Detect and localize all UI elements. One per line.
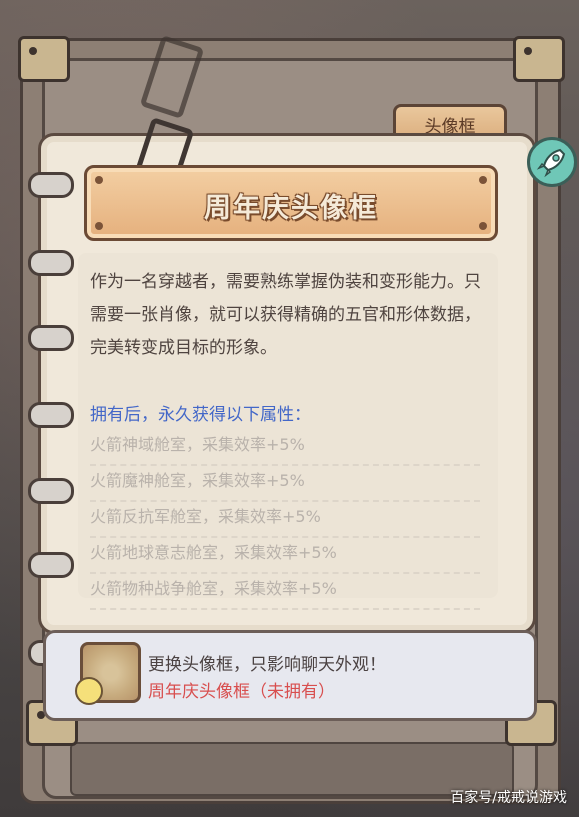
description-text: 作为一名穿越者，需要熟练掌握伪装和变形能力。只需要一张肖像，就可以获得精确的五官… [90,272,481,358]
nail-icon [95,176,103,184]
binder-ring [28,250,74,276]
binder-ring [28,478,74,504]
attributes-heading: 拥有后，永久获得以下属性： [90,405,311,425]
binder-ring [28,402,74,428]
title-plaque: 周年庆头像框 [84,165,498,241]
info-text: 更换头像框，只影响聊天外观！ [148,655,386,675]
ownership-status: 周年庆头像框（未拥有） [148,682,335,702]
attribute-item: 火箭魔神舱室，采集效率+5% [90,466,480,502]
lightbulb-icon [75,677,103,705]
bottom-bar [70,742,514,796]
nail-icon [479,176,487,184]
attribute-item: 火箭地球意志舱室，采集效率+5% [90,538,480,574]
attributes-list: 火箭神域舱室，采集效率+5% 火箭魔神舱室，采集效率+5% 火箭反抗军舱室，采集… [90,430,480,610]
binder-ring [28,172,74,198]
attribute-item: 火箭反抗军舱室，采集效率+5% [90,502,480,538]
rocket-button[interactable] [527,137,577,187]
binder-ring [28,325,74,351]
watermark: 百家号/戒戒说游戏 [450,790,567,806]
corner-bracket-top-right [513,36,565,82]
page-title: 周年庆头像框 [204,193,378,224]
binder-ring [28,552,74,578]
corner-bracket-top-left [18,36,70,82]
attribute-item: 火箭物种战争舱室，采集效率+5% [90,574,480,610]
attribute-item: 火箭神域舱室，采集效率+5% [90,430,480,466]
rocket-icon [536,148,566,178]
